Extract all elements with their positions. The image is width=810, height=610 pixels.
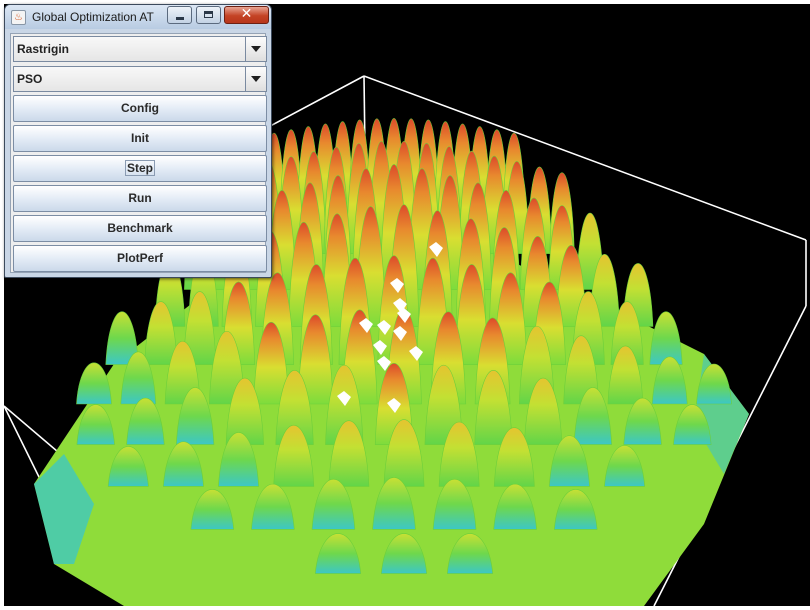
- function-select-value: Rastrigin: [17, 42, 70, 56]
- control-window[interactable]: ♨ Global Optimization AT ✕ Rastrigin PSO…: [4, 4, 272, 278]
- chevron-down-icon[interactable]: [245, 37, 266, 61]
- plotperf-button[interactable]: PlotPerf: [13, 245, 267, 272]
- java-app-icon: ♨: [11, 10, 26, 25]
- run-button-label: Run: [128, 191, 152, 205]
- control-panel: Rastrigin PSO Config Init Step Run Bench…: [10, 33, 267, 273]
- chevron-down-icon[interactable]: [245, 67, 266, 91]
- close-button[interactable]: ✕: [224, 6, 269, 24]
- minimize-icon: [176, 17, 184, 20]
- algorithm-select-value: PSO: [17, 72, 43, 86]
- function-select[interactable]: Rastrigin: [13, 36, 267, 62]
- close-icon: ✕: [240, 6, 253, 22]
- init-button-label: Init: [131, 131, 149, 145]
- plotperf-button-label: PlotPerf: [116, 251, 163, 265]
- step-button-label: Step: [124, 160, 155, 176]
- benchmark-button-label: Benchmark: [107, 221, 173, 235]
- step-button[interactable]: Step: [13, 155, 267, 182]
- run-button[interactable]: Run: [13, 185, 267, 212]
- maximize-button[interactable]: [196, 6, 221, 24]
- title-bar[interactable]: ♨ Global Optimization AT ✕: [5, 5, 271, 29]
- config-button-label: Config: [121, 101, 159, 115]
- benchmark-button[interactable]: Benchmark: [13, 215, 267, 242]
- init-button[interactable]: Init: [13, 125, 267, 152]
- config-button[interactable]: Config: [13, 95, 267, 122]
- minimize-button[interactable]: [167, 6, 192, 24]
- maximize-icon: [204, 11, 213, 18]
- window-title: Global Optimization AT: [32, 10, 154, 24]
- algorithm-select[interactable]: PSO: [13, 66, 267, 92]
